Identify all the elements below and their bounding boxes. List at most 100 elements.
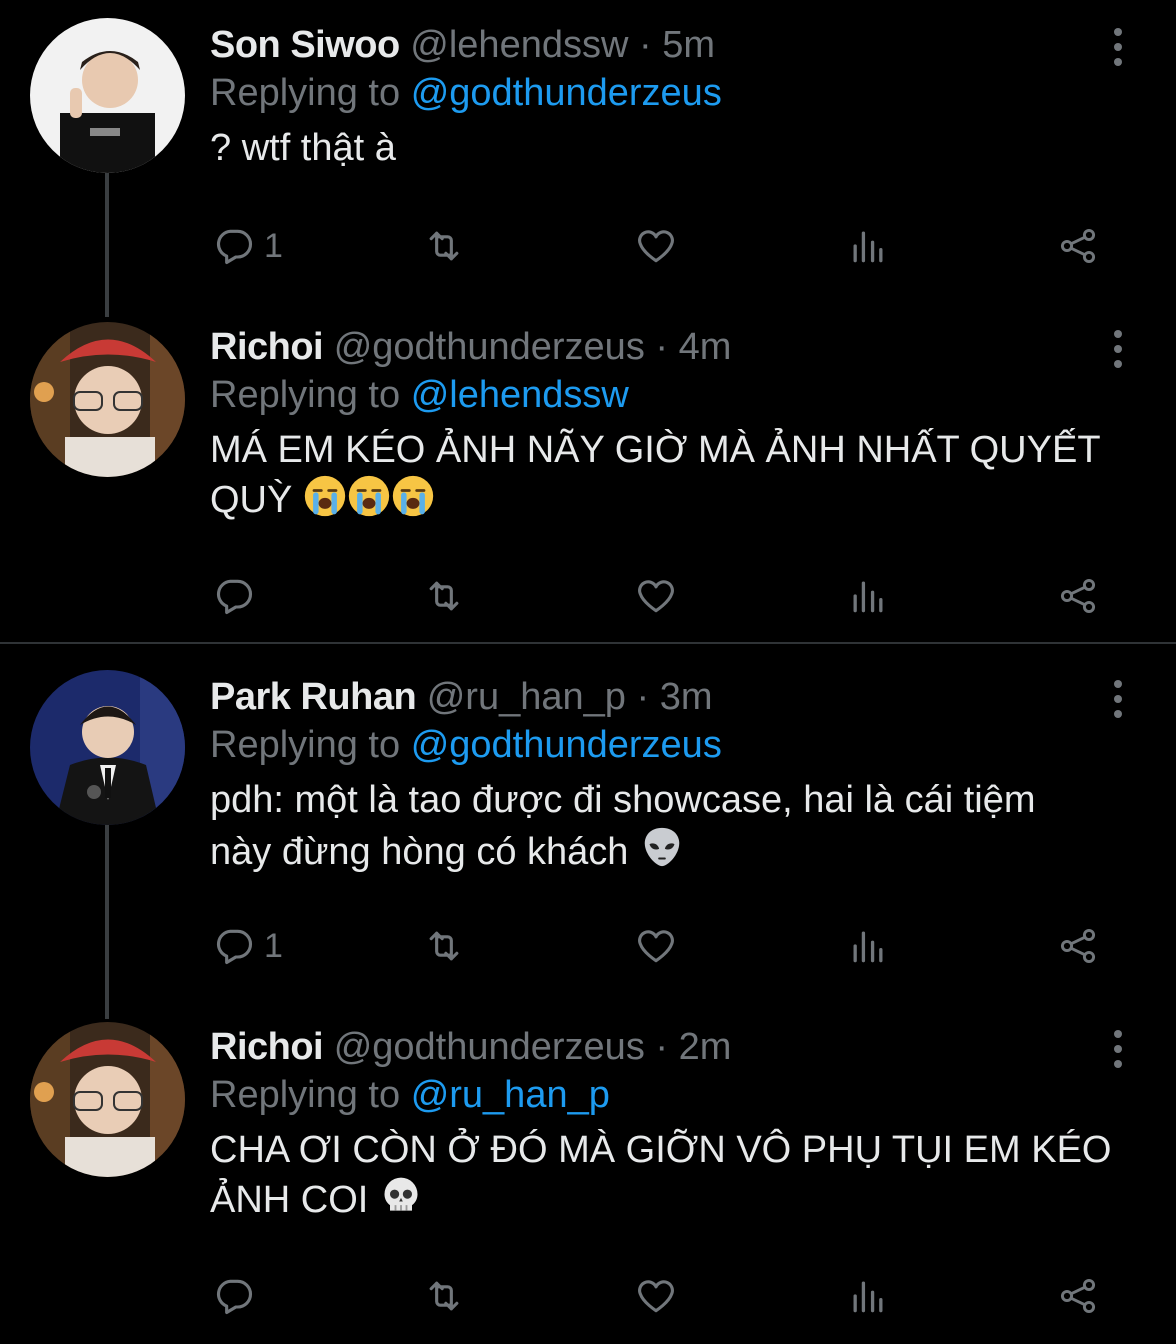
separator-dot: · bbox=[636, 676, 650, 718]
avatar-photo bbox=[30, 322, 185, 477]
retweet-icon bbox=[429, 231, 459, 261]
separator-dot: · bbox=[655, 326, 669, 368]
mention-link[interactable]: @lehendssw bbox=[411, 374, 629, 416]
user-handle[interactable]: @godthunderzeus bbox=[334, 1026, 645, 1068]
tweet-text-line: CHA ƠI CÒN Ở ĐÓ MÀ GIỠN VÔ PHỤ TỤI EM KÉ… bbox=[210, 1129, 1112, 1171]
tweet-text-line: ẢNH COI bbox=[210, 1179, 369, 1221]
like-button[interactable] bbox=[634, 572, 678, 620]
display-name[interactable]: Richoi bbox=[210, 326, 324, 368]
share-icon bbox=[1060, 1278, 1096, 1314]
tweet-text: ? wtf thật à bbox=[210, 124, 1136, 172]
mention-link[interactable]: @godthunderzeus bbox=[411, 724, 722, 766]
retweet-button[interactable] bbox=[422, 922, 466, 970]
avatar[interactable] bbox=[30, 322, 185, 477]
more-icon[interactable] bbox=[1114, 1030, 1124, 1075]
display-name[interactable]: Park Ruhan bbox=[210, 676, 417, 718]
reply-icon bbox=[216, 1279, 253, 1315]
user-handle[interactable]: @godthunderzeus bbox=[334, 326, 645, 368]
like-icon bbox=[638, 1280, 674, 1313]
retweet-button[interactable] bbox=[422, 222, 466, 270]
tweet-text-line: ? wtf thật à bbox=[210, 127, 396, 169]
like-icon bbox=[638, 230, 674, 263]
replying-prefix: Replying to bbox=[210, 1074, 401, 1116]
like-button[interactable] bbox=[634, 222, 678, 270]
avatar[interactable] bbox=[30, 1022, 185, 1177]
display-name[interactable]: Richoi bbox=[210, 1026, 324, 1068]
analytics-button[interactable] bbox=[846, 922, 890, 970]
avatar-photo bbox=[30, 18, 185, 173]
more-icon[interactable] bbox=[1114, 680, 1124, 725]
timestamp[interactable]: 4m bbox=[679, 326, 732, 368]
avatar[interactable] bbox=[30, 670, 185, 825]
tweet[interactable]: Richoi @godthunderzeus · 4m Replying to … bbox=[0, 300, 1176, 642]
reply-icon bbox=[216, 229, 253, 265]
share-button[interactable] bbox=[1056, 222, 1100, 270]
user-handle[interactable]: @lehendssw bbox=[410, 24, 628, 66]
tweet-header: Son Siwoo @lehendssw · 5m bbox=[210, 22, 1136, 68]
mention-link[interactable]: @godthunderzeus bbox=[411, 72, 722, 114]
reply-icon bbox=[216, 579, 253, 615]
replying-prefix: Replying to bbox=[210, 374, 401, 416]
tweet-text: MÁ EM KÉO ẢNH NÃY GIỜ MÀ ẢNH NHẤT QUYẾT … bbox=[210, 426, 1136, 530]
retweet-icon bbox=[429, 581, 459, 611]
timestamp[interactable]: 3m bbox=[660, 676, 713, 718]
tweet-text-line: pdh: một là tao được đi showcase, hai là… bbox=[210, 779, 1036, 821]
reply-icon bbox=[216, 929, 253, 965]
analytics-icon bbox=[853, 581, 883, 613]
tweet[interactable]: Richoi @godthunderzeus · 2m Replying to … bbox=[0, 1000, 1176, 1344]
reply-button[interactable] bbox=[212, 1272, 264, 1320]
display-name[interactable]: Son Siwoo bbox=[210, 24, 400, 66]
like-icon bbox=[638, 930, 674, 963]
share-icon bbox=[1060, 928, 1096, 964]
like-button[interactable] bbox=[634, 922, 678, 970]
avatar-photo bbox=[30, 670, 185, 825]
retweet-button[interactable] bbox=[422, 572, 466, 620]
analytics-button[interactable] bbox=[846, 1272, 890, 1320]
reply-button[interactable]: 1 bbox=[212, 222, 283, 270]
tweet[interactable]: Son Siwoo @lehendssw · 5m Replying to @g… bbox=[0, 0, 1176, 300]
analytics-icon bbox=[853, 231, 883, 263]
avatar[interactable] bbox=[30, 18, 185, 173]
mention-link[interactable]: @ru_han_p bbox=[411, 1074, 610, 1116]
replying-to: Replying to @godthunderzeus bbox=[210, 720, 1136, 770]
tweet-text-line: QUỲ bbox=[210, 479, 293, 521]
more-icon[interactable] bbox=[1114, 330, 1124, 375]
timestamp[interactable]: 5m bbox=[662, 24, 715, 66]
retweet-button[interactable] bbox=[422, 1272, 466, 1320]
replying-prefix: Replying to bbox=[210, 724, 401, 766]
analytics-icon bbox=[853, 931, 883, 963]
reply-button[interactable]: 1 bbox=[212, 922, 283, 970]
user-handle[interactable]: @ru_han_p bbox=[427, 676, 626, 718]
tweet[interactable]: Park Ruhan @ru_han_p · 3m Replying to @g… bbox=[0, 644, 1176, 1000]
reply-count: 1 bbox=[264, 926, 283, 965]
tweet-text: CHA ƠI CÒN Ở ĐÓ MÀ GIỠN VÔ PHỤ TỤI EM KÉ… bbox=[210, 1126, 1136, 1230]
tweet-header: Richoi @godthunderzeus · 2m bbox=[210, 1024, 1136, 1070]
analytics-button[interactable] bbox=[846, 222, 890, 270]
reply-count: 1 bbox=[264, 226, 283, 265]
analytics-icon bbox=[853, 1281, 883, 1313]
replying-to: Replying to @godthunderzeus bbox=[210, 68, 1136, 118]
share-button[interactable] bbox=[1056, 572, 1100, 620]
like-icon bbox=[638, 580, 674, 613]
reply-button[interactable] bbox=[212, 572, 264, 620]
skull-emoji bbox=[379, 1174, 423, 1230]
tweet-text: pdh: một là tao được đi showcase, hai là… bbox=[210, 776, 1136, 882]
like-button[interactable] bbox=[634, 1272, 678, 1320]
more-icon[interactable] bbox=[1114, 28, 1124, 73]
share-icon bbox=[1060, 578, 1096, 614]
retweet-icon bbox=[429, 1281, 459, 1311]
analytics-button[interactable] bbox=[846, 572, 890, 620]
replying-to: Replying to @lehendssw bbox=[210, 370, 1136, 420]
share-icon bbox=[1060, 228, 1096, 264]
avatar-photo bbox=[30, 1022, 185, 1177]
tweet-text-line: này đừng hòng có khách bbox=[210, 831, 629, 873]
tweet-header: Park Ruhan @ru_han_p · 3m bbox=[210, 674, 1136, 720]
tweet-header: Richoi @godthunderzeus · 4m bbox=[210, 324, 1136, 370]
alien-face-emoji bbox=[639, 824, 685, 882]
timestamp[interactable]: 2m bbox=[679, 1026, 732, 1068]
tweet-text-line: MÁ EM KÉO ẢNH NÃY GIỜ MÀ ẢNH NHẤT QUYẾT bbox=[210, 429, 1101, 471]
share-button[interactable] bbox=[1056, 922, 1100, 970]
separator-dot: · bbox=[655, 1026, 669, 1068]
replying-prefix: Replying to bbox=[210, 72, 401, 114]
share-button[interactable] bbox=[1056, 1272, 1100, 1320]
